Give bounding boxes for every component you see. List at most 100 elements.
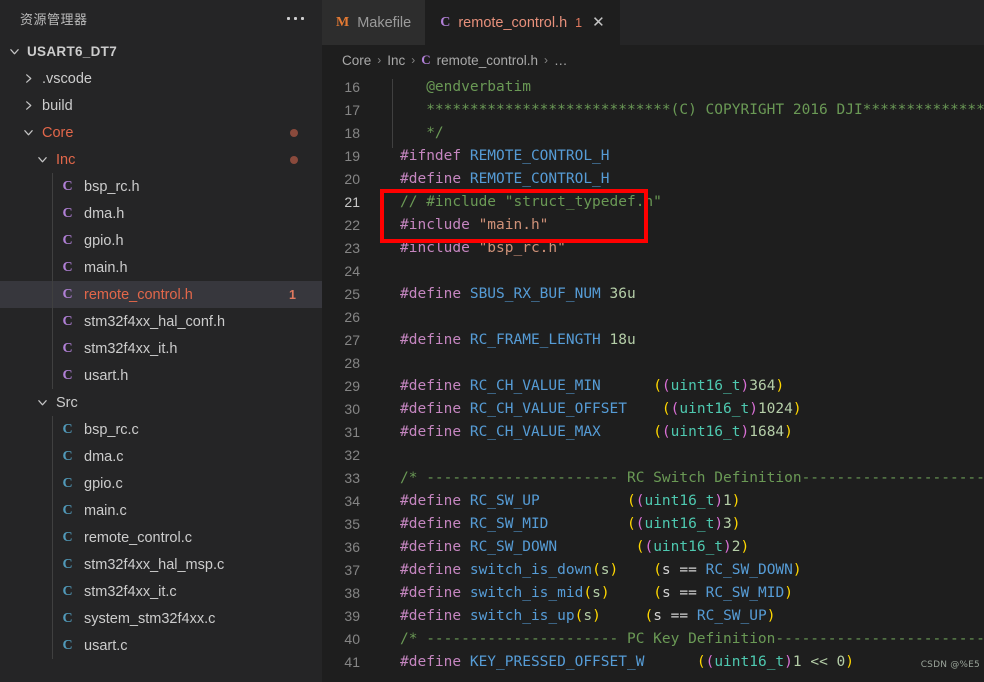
- code-token: RC_SW_UP: [696, 607, 767, 624]
- sidebar-item-system-stm32f4xx-c[interactable]: Csystem_stm32f4xx.c: [0, 605, 322, 632]
- tree-item-label: bsp_rc.h: [84, 178, 140, 195]
- code-line[interactable]: 41 #define KEY_PRESSED_OFFSET_W ((uint16_…: [322, 650, 984, 673]
- sidebar-item-core[interactable]: Core: [0, 119, 322, 146]
- sidebar-item-inc[interactable]: Inc: [0, 146, 322, 173]
- code-token: 1 << 0: [792, 653, 846, 670]
- chevron-right-icon[interactable]: [20, 100, 37, 111]
- sidebar-item-main-c[interactable]: Cmain.c: [0, 497, 322, 524]
- sidebar-item-stm32f4xx-hal-msp-c[interactable]: Cstm32f4xx_hal_msp.c: [0, 551, 322, 578]
- sidebar-item-main-h[interactable]: Cmain.h: [0, 254, 322, 281]
- editor-tab-remote-control-h[interactable]: Cremote_control.h 1 ✕: [426, 0, 620, 45]
- sidebar-item-usart-h[interactable]: Cusart.h: [0, 362, 322, 389]
- sidebar-item-gpio-h[interactable]: Cgpio.h: [0, 227, 322, 254]
- code-line[interactable]: 24: [322, 259, 984, 282]
- chevron-down-icon[interactable]: [20, 127, 37, 138]
- breadcrumb-item[interactable]: remote_control.h: [437, 53, 538, 68]
- tree-item-label: bsp_rc.c: [84, 421, 139, 438]
- chevron-down-icon[interactable]: [6, 46, 23, 57]
- code-line-content: #define switch_is_up(s) (s == RC_SW_UP): [384, 608, 984, 624]
- watermark: CSDN @%E5: [920, 660, 980, 670]
- code-line[interactable]: 26: [322, 305, 984, 328]
- editor-tab-makefile[interactable]: M Makefile: [322, 0, 427, 45]
- indent-guide: [392, 101, 393, 125]
- c-source-file-icon: C: [62, 421, 73, 437]
- sidebar-item-stm32f4xx-it-c[interactable]: Cstm32f4xx_it.c: [0, 578, 322, 605]
- sidebar-item--vscode[interactable]: .vscode: [0, 65, 322, 92]
- code-line[interactable]: 23 #include "bsp_rc.h": [322, 236, 984, 259]
- sidebar-item-remote-control-c[interactable]: Cremote_control.c: [0, 524, 322, 551]
- close-icon[interactable]: ✕: [592, 15, 605, 30]
- code-line[interactable]: 35 #define RC_SW_MID ((uint16_t)3): [322, 512, 984, 535]
- sidebar-item-stm32f4xx-it-h[interactable]: Cstm32f4xx_it.h: [0, 335, 322, 362]
- code-token: RC_CH_VALUE_OFFSET: [469, 400, 627, 417]
- code-line[interactable]: 21 // #include "struct_typedef.h": [322, 190, 984, 213]
- code-line[interactable]: 39 #define switch_is_up(s) (s == RC_SW_UP…: [322, 604, 984, 627]
- code-line[interactable]: 29 #define RC_CH_VALUE_MIN ((uint16_t)364…: [322, 374, 984, 397]
- line-number: 25: [344, 285, 360, 302]
- sidebar-item-remote-control-h[interactable]: Cremote_control.h 1: [0, 281, 322, 308]
- indent-guide: [392, 124, 393, 148]
- code-line[interactable]: 19 #ifndef REMOTE_CONTROL_H: [322, 144, 984, 167]
- code-line[interactable]: 27 #define RC_FRAME_LENGTH 18u: [322, 328, 984, 351]
- code-token: (: [661, 423, 671, 440]
- code-line[interactable]: 32: [322, 443, 984, 466]
- c-header-file-icon: C: [62, 286, 73, 302]
- editor-tab-bar[interactable]: M Makefile Cremote_control.h 1 ✕: [322, 0, 984, 45]
- breadcrumb[interactable]: Core › Inc › Cremote_control.h ›…: [322, 45, 984, 75]
- line-number: 40: [344, 630, 360, 647]
- code-line[interactable]: 31 #define RC_CH_VALUE_MAX ((uint16_t)168…: [322, 420, 984, 443]
- sidebar-item-dma-h[interactable]: Cdma.h: [0, 200, 322, 227]
- code-line[interactable]: 40 /* ---------------------- PC Key Defin…: [322, 627, 984, 650]
- code-line[interactable]: 37 #define switch_is_down(s) (s == RC_SW_…: [322, 558, 984, 581]
- breadcrumb-item[interactable]: Inc: [387, 53, 405, 68]
- code-line[interactable]: 20 #define REMOTE_CONTROL_H: [322, 167, 984, 190]
- code-line[interactable]: 17 ****************************(C) COPYR…: [322, 98, 984, 125]
- sidebar-item-bsp-rc-h[interactable]: Cbsp_rc.h: [0, 173, 322, 200]
- code-line[interactable]: 34 #define RC_SW_UP ((uint16_t)1): [322, 489, 984, 512]
- code-token: #define: [400, 377, 470, 394]
- tree-indent-guide: [52, 200, 53, 227]
- sidebar-item-usart-c[interactable]: Cusart.c: [0, 632, 322, 659]
- explorer-more-actions-button[interactable]: [287, 16, 310, 20]
- code-line[interactable]: 33 /* ---------------------- RC Switch De…: [322, 466, 984, 489]
- tree-item-label: gpio.h: [84, 232, 124, 249]
- code-line[interactable]: 16 @endverbatim: [322, 75, 984, 102]
- code-token: ==: [670, 607, 697, 624]
- chevron-down-icon[interactable]: [34, 397, 51, 408]
- chevron-right-icon[interactable]: [20, 73, 37, 84]
- sidebar-item-src[interactable]: Src: [0, 389, 322, 416]
- code-token: "main.h": [478, 216, 549, 233]
- tree-item-label: .vscode: [42, 70, 92, 87]
- breadcrumb-item[interactable]: Core: [342, 53, 371, 68]
- code-token: 1684: [749, 423, 785, 440]
- c-source-file-icon: C: [62, 583, 73, 599]
- code-token: (: [627, 515, 636, 532]
- code-line[interactable]: 18 */: [322, 121, 984, 148]
- code-editor[interactable]: 16 @endverbatim 17 **********************…: [322, 75, 984, 682]
- sidebar-item-stm32f4xx-hal-conf-h[interactable]: Cstm32f4xx_hal_conf.h: [0, 308, 322, 335]
- tree-item-label: Src: [56, 394, 78, 411]
- editor-area: M Makefile Cremote_control.h 1 ✕ Core › Inc › Cr…: [322, 0, 984, 682]
- code-line-content: #define switch_is_mid(s) (s == RC_SW_MID…: [384, 585, 984, 601]
- c-source-file-icon: C: [62, 448, 73, 464]
- code-token: RC_CH_VALUE_MAX: [469, 423, 601, 440]
- breadcrumb-item[interactable]: …: [554, 53, 568, 68]
- code-line[interactable]: 36 #define RC_SW_DOWN ((uint16_t)2): [322, 535, 984, 558]
- code-line[interactable]: 28: [322, 351, 984, 374]
- code-line[interactable]: 22 #include "main.h": [322, 213, 984, 236]
- sidebar-item-build[interactable]: build: [0, 92, 322, 119]
- code-line-content: #include "main.h": [384, 217, 984, 233]
- sidebar-item-bsp-rc-c[interactable]: Cbsp_rc.c: [0, 416, 322, 443]
- code-line[interactable]: 25 #define SBUS_RX_BUF_NUM 36u: [322, 282, 984, 305]
- code-line[interactable]: 38 #define switch_is_mid(s) (s == RC_SW_M…: [322, 581, 984, 604]
- file-tree[interactable]: USART6_DT7 .vscode build Core Inc Cbsp_rc.h Cd…: [0, 36, 322, 682]
- tree-root-folder[interactable]: USART6_DT7: [0, 38, 322, 65]
- sidebar-item-dma-c[interactable]: Cdma.c: [0, 443, 322, 470]
- sidebar-item-gpio-c[interactable]: Cgpio.c: [0, 470, 322, 497]
- ellipsis-icon: [301, 16, 304, 20]
- code-line[interactable]: 30 #define RC_CH_VALUE_OFFSET ((uint16_t)…: [322, 397, 984, 420]
- chevron-down-icon[interactable]: [34, 154, 51, 165]
